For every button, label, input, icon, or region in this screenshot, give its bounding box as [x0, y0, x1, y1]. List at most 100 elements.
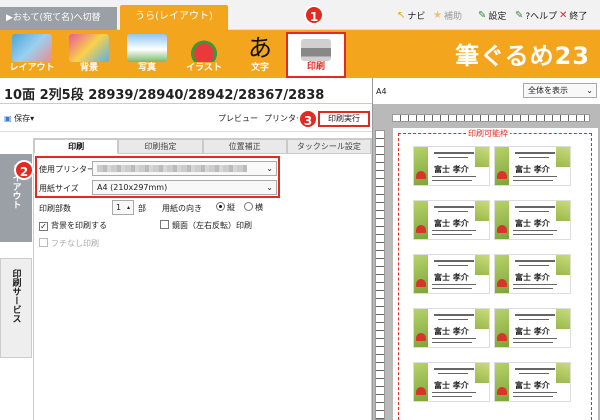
card-name: 富士 孝介	[434, 219, 469, 228]
mushroom-icon	[497, 171, 507, 179]
card-text-line	[515, 260, 555, 262]
card-leaf-art	[556, 363, 570, 383]
mushroom-icon	[416, 333, 426, 341]
tab-print[interactable]: 印刷	[34, 139, 119, 154]
mushroom-icon	[497, 387, 507, 395]
business-card: 富士 孝介	[494, 200, 571, 240]
execute-print-button[interactable]: 印刷実行	[318, 111, 370, 127]
assist-link[interactable]: ★ 補助	[433, 8, 462, 22]
help-link[interactable]: ✎ ?ヘルプ	[515, 8, 557, 22]
tab-tack-seal[interactable]: タックシール設定	[286, 139, 371, 154]
side-tab-print-service[interactable]: 印刷サービス	[0, 258, 32, 358]
orientation-landscape-radio[interactable]: 横	[244, 202, 263, 213]
watermelon-icon	[184, 34, 224, 62]
mushroom-icon	[416, 171, 426, 179]
checkbox-disabled-icon	[39, 238, 48, 247]
tab-position-adjust[interactable]: 位置補正	[202, 139, 287, 154]
card-text-line	[432, 234, 472, 235]
card-text-line	[432, 338, 476, 339]
card-text-line	[519, 265, 549, 266]
printer-icon	[301, 39, 331, 61]
chevron-down-icon: ⌄	[586, 86, 593, 95]
view-mode-select[interactable]: 全体を表示 ⌄	[523, 83, 597, 98]
preview-button[interactable]: プレビュー	[218, 113, 258, 124]
card-text-line	[515, 152, 555, 154]
card-leaf-art	[475, 147, 489, 167]
business-card: 富士 孝介	[494, 254, 571, 294]
card-leaf-art	[414, 147, 428, 185]
print-background-checkbox[interactable]: ✓ 背景を印刷する	[39, 220, 107, 231]
photo-button[interactable]: 写真	[120, 30, 174, 78]
card-leaf-art	[556, 309, 570, 329]
mirror-print-checkbox[interactable]: 鏡面（左右反転）印刷	[160, 220, 252, 231]
card-text-line	[515, 368, 555, 370]
help-icon: ✎	[515, 9, 524, 21]
copies-stepper[interactable]: 1 ▴	[112, 200, 134, 215]
card-text-line	[438, 319, 468, 320]
text-glyph-icon: あ	[248, 34, 272, 62]
front-side-tab[interactable]: ▶おもて(宛て名)へ切替	[0, 7, 117, 30]
vertical-ruler	[375, 130, 385, 420]
layout-button[interactable]: レイアウト	[4, 30, 60, 78]
card-name: 富士 孝介	[515, 219, 550, 228]
card-leaf-art	[414, 363, 428, 401]
card-text-line	[515, 206, 555, 208]
exit-link[interactable]: ✕ 終了	[559, 8, 587, 22]
card-text-line	[432, 342, 472, 343]
tab-print-spec[interactable]: 印刷指定	[118, 139, 203, 154]
card-text-line	[513, 284, 557, 285]
card-text-line	[438, 373, 468, 374]
callout-badge-2: 2	[14, 160, 34, 180]
card-text-line	[519, 157, 549, 158]
card-text-line	[513, 392, 557, 393]
card-text-line	[438, 157, 468, 158]
settings-link[interactable]: ✎ 設定	[478, 8, 506, 22]
card-text-line	[519, 211, 549, 212]
save-button[interactable]: ▣ 保存▾	[4, 113, 34, 124]
card-text-line	[432, 180, 472, 181]
business-card: 富士 孝介	[413, 308, 490, 348]
back-side-tab[interactable]: うら(レイアウト)	[120, 5, 228, 31]
brand-logo: 筆ぐるめ23	[455, 42, 590, 70]
orientation-portrait-radio[interactable]: 縦	[216, 202, 235, 213]
layout-info-text: 10面 2列5段 28939/28940/28942/28367/2838	[4, 88, 325, 103]
card-text-line	[432, 176, 476, 177]
horizontal-ruler	[392, 114, 590, 122]
card-text-line	[513, 230, 557, 231]
card-text-line	[432, 288, 472, 289]
navi-link[interactable]: ↖ ナビ	[397, 8, 425, 22]
card-leaf-art	[495, 147, 509, 185]
callout-badge-1: 1	[304, 5, 324, 25]
card-leaf-art	[495, 363, 509, 401]
mushroom-icon	[497, 225, 507, 233]
card-text-line	[519, 373, 549, 374]
card-text-line	[513, 288, 553, 289]
business-card: 富士 孝介	[494, 146, 571, 186]
close-icon: ✕	[559, 9, 568, 21]
card-text-line	[434, 206, 474, 208]
card-leaf-art	[556, 255, 570, 275]
text-button[interactable]: あ 文字	[234, 30, 286, 78]
card-leaf-art	[556, 201, 570, 221]
paper-size-select[interactable]: A4 (210x297mm) ⌄	[92, 180, 277, 195]
card-leaf-art	[475, 255, 489, 275]
card-name: 富士 孝介	[434, 165, 469, 174]
card-text-line	[513, 180, 553, 181]
printer-label: 使用プリンター	[39, 165, 95, 174]
card-name: 富士 孝介	[515, 381, 550, 390]
print-button[interactable]: 印刷	[286, 32, 346, 78]
card-leaf-art	[475, 309, 489, 329]
printer-select[interactable]: ⌄	[92, 161, 277, 176]
card-text-line	[434, 260, 474, 262]
radio-empty-icon	[244, 202, 253, 211]
illust-button[interactable]: イラスト	[176, 30, 232, 78]
assist-icon: ★	[433, 9, 442, 21]
printable-area-label: 印刷可能枠	[466, 128, 510, 139]
card-name: 富士 孝介	[515, 165, 550, 174]
card-text-line	[519, 319, 549, 320]
borderless-print-checkbox[interactable]: フチなし印刷	[39, 238, 99, 249]
radio-selected-icon	[216, 202, 225, 211]
background-button[interactable]: 背景	[62, 30, 116, 78]
business-card: 富士 孝介	[494, 308, 571, 348]
card-text-line	[432, 230, 476, 231]
